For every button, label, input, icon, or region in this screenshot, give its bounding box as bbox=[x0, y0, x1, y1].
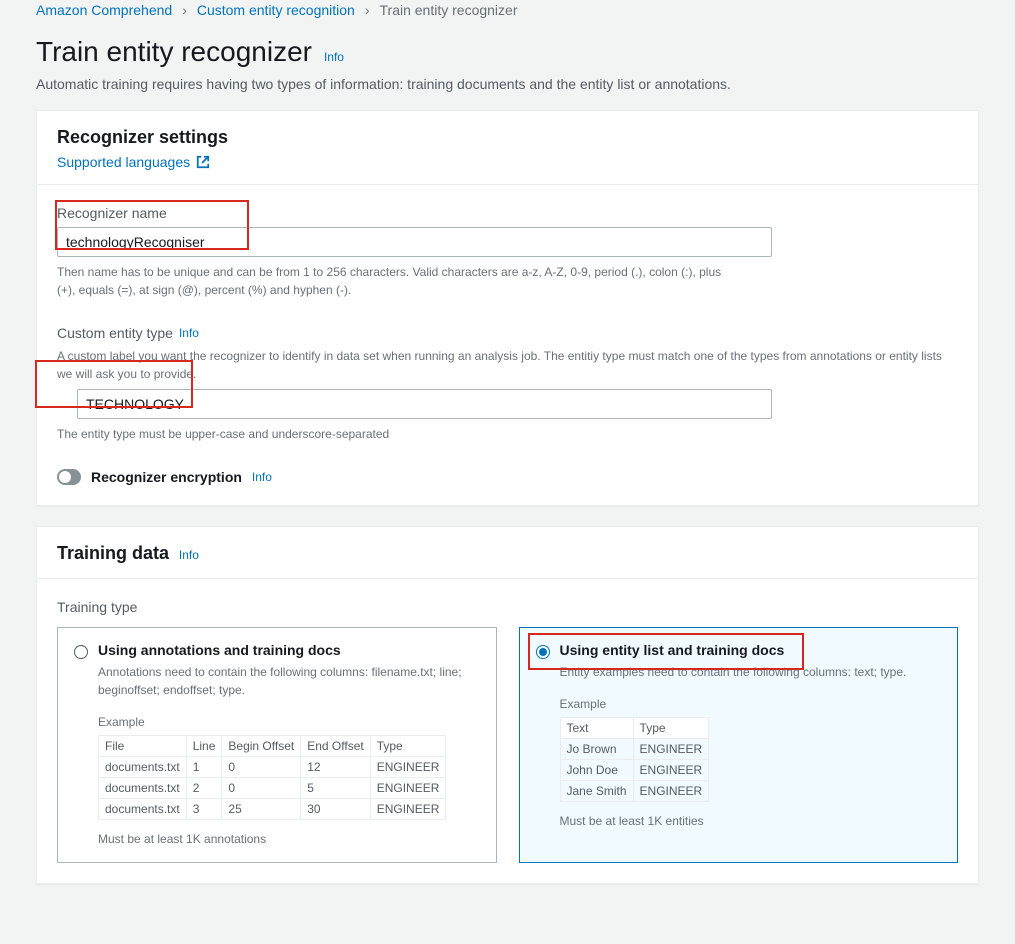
recognizer-name-input[interactable] bbox=[57, 227, 772, 257]
recognizer-name-hint: Then name has to be unique and can be fr… bbox=[57, 263, 737, 299]
radio-icon bbox=[536, 645, 550, 659]
radio-desc: Entity examples need to contain the foll… bbox=[560, 663, 942, 681]
example-table: File Line Begin Offset End Offset Type d… bbox=[98, 735, 446, 820]
chevron-right-icon: › bbox=[182, 2, 187, 18]
entity-type-label: Custom entity type bbox=[57, 325, 173, 341]
example-label: Example bbox=[98, 715, 480, 729]
external-link-icon bbox=[196, 155, 210, 169]
example-table: Text Type Jo BrownENGINEER John DoeENGIN… bbox=[560, 717, 710, 802]
entity-type-input[interactable] bbox=[77, 389, 772, 419]
info-link[interactable]: Info bbox=[252, 470, 272, 484]
example-label: Example bbox=[560, 697, 942, 711]
radio-desc: Annotations need to contain the followin… bbox=[98, 663, 480, 699]
breadcrumb-link-custom-entity[interactable]: Custom entity recognition bbox=[197, 2, 355, 18]
radio-hint: Must be at least 1K entities bbox=[560, 814, 942, 828]
panel-title: Recognizer settings bbox=[57, 127, 958, 148]
breadcrumb: Amazon Comprehend › Custom entity recogn… bbox=[0, 0, 1015, 26]
info-link[interactable]: Info bbox=[179, 326, 199, 340]
breadcrumb-current: Train entity recognizer bbox=[380, 2, 518, 18]
recognizer-settings-panel: Recognizer settings Supported languages … bbox=[36, 110, 979, 506]
page-title: Train entity recognizer bbox=[36, 36, 312, 68]
panel-title: Training data bbox=[57, 543, 169, 563]
encryption-label: Recognizer encryption bbox=[91, 469, 242, 485]
training-type-label: Training type bbox=[57, 599, 958, 615]
entity-type-desc: A custom label you want the recognizer t… bbox=[57, 347, 958, 383]
training-option-annotations[interactable]: Using annotations and training docs Anno… bbox=[57, 627, 497, 863]
radio-icon bbox=[74, 645, 88, 659]
entity-type-hint: The entity type must be upper-case and u… bbox=[57, 425, 737, 443]
training-option-entity-list[interactable]: Using entity list and training docs Enti… bbox=[519, 627, 959, 863]
info-link[interactable]: Info bbox=[324, 50, 344, 64]
radio-hint: Must be at least 1K annotations bbox=[98, 832, 480, 846]
supported-languages-link[interactable]: Supported languages bbox=[57, 154, 190, 170]
encryption-toggle[interactable] bbox=[57, 469, 81, 485]
training-data-panel: Training data Info Training type Using a… bbox=[36, 526, 979, 884]
radio-title: Using annotations and training docs bbox=[98, 642, 341, 658]
info-link[interactable]: Info bbox=[179, 548, 199, 562]
breadcrumb-link-comprehend[interactable]: Amazon Comprehend bbox=[36, 2, 172, 18]
chevron-right-icon: › bbox=[365, 2, 370, 18]
page-subtitle: Automatic training requires having two t… bbox=[0, 72, 1015, 110]
recognizer-name-label: Recognizer name bbox=[57, 205, 958, 221]
radio-title: Using entity list and training docs bbox=[560, 642, 785, 658]
